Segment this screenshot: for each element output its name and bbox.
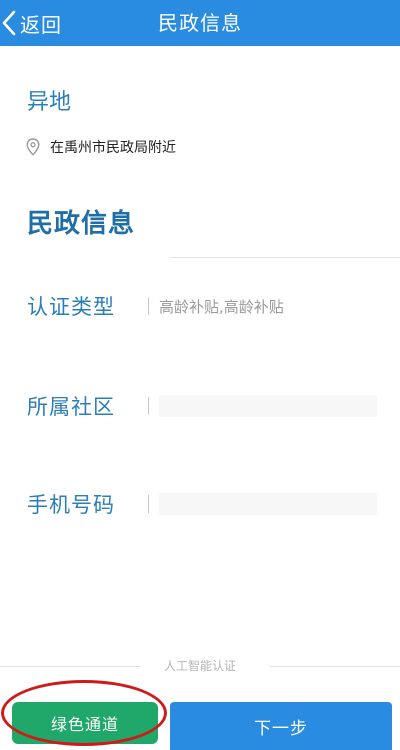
cert-type-label: 认证类型 xyxy=(27,295,115,319)
green-channel-button[interactable]: 绿色通道 xyxy=(12,702,158,744)
cert-type-value[interactable]: 高龄补贴,高龄补贴 xyxy=(159,296,284,317)
ai-cert-label: 人工智能认证 xyxy=(163,659,236,673)
top-nav-bar: 返回 民政信息 xyxy=(0,0,400,46)
field-separator xyxy=(148,297,149,315)
location-title: 异地 xyxy=(27,90,72,115)
field-separator xyxy=(148,495,149,513)
community-label: 所属社区 xyxy=(27,395,115,419)
app-screen: 返回 民政信息 异地 在禹州市民政局附近 民政信息 认证类型 高龄补贴,高龄补贴… xyxy=(0,0,400,750)
location-text: 在禹州市民政局附近 xyxy=(50,140,176,156)
form-row-phone: 手机号码 xyxy=(27,486,387,522)
location-row: 在禹州市民政局附近 xyxy=(26,137,176,157)
section-divider xyxy=(170,257,400,258)
form-row-community: 所属社区 xyxy=(27,388,387,424)
page-title: 民政信息 xyxy=(158,11,242,35)
phone-label: 手机号码 xyxy=(27,493,115,517)
next-step-button[interactable]: 下一步 xyxy=(170,702,392,750)
form-row-cert-type[interactable]: 认证类型 高龄补贴,高龄补贴 xyxy=(27,288,387,324)
community-input[interactable] xyxy=(159,395,377,417)
phone-input[interactable] xyxy=(159,493,377,515)
field-separator xyxy=(148,397,149,415)
location-pin-icon xyxy=(26,138,40,156)
section-title: 民政信息 xyxy=(27,209,136,239)
